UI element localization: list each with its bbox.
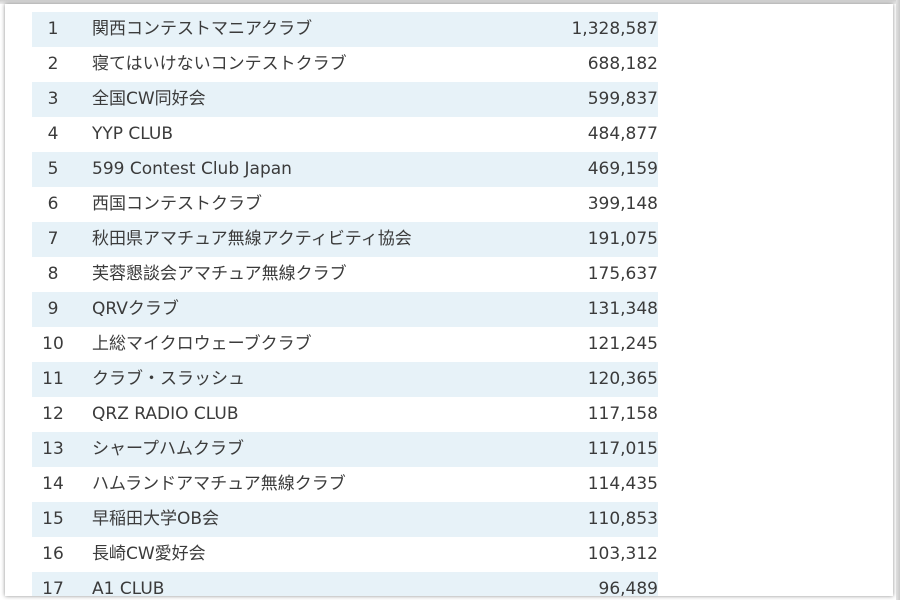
rank-cell: 13 <box>42 439 64 459</box>
rank-cell: 9 <box>47 299 59 319</box>
table-row: 2 寝てはいけないコンテストクラブ 688,182 <box>32 47 658 82</box>
score-cell: 110,853 <box>587 509 658 529</box>
score-cell: 103,312 <box>587 544 658 564</box>
rank-cell: 12 <box>42 404 64 424</box>
table-row: 11 クラブ・スラッシュ 120,365 <box>32 362 658 397</box>
club-name-cell: QRVクラブ <box>92 299 179 319</box>
score-cell: 117,158 <box>587 404 658 424</box>
rank-cell: 3 <box>47 89 59 109</box>
rank-cell: 7 <box>47 229 59 249</box>
window-right-edge <box>896 0 900 600</box>
table-row: 6 西国コンテストクラブ 399,148 <box>32 187 658 222</box>
score-cell: 1,328,587 <box>571 19 658 39</box>
table-row: 3 全国CW同好会 599,837 <box>32 82 658 117</box>
table-row: 13 シャープハムクラブ 117,015 <box>32 432 658 467</box>
club-name-cell: 長崎CW愛好会 <box>92 544 206 564</box>
score-cell: 399,148 <box>587 194 658 214</box>
club-name-cell: 秋田県アマチュア無線アクティビティ協会 <box>92 229 412 249</box>
score-cell: 114,435 <box>587 474 658 494</box>
score-cell: 96,489 <box>598 579 658 596</box>
table-row: 15 早稲田大学OB会 110,853 <box>32 502 658 537</box>
club-name-cell: 599 Contest Club Japan <box>92 159 292 179</box>
club-name-cell: 西国コンテストクラブ <box>92 194 262 214</box>
table-row: 12 QRZ RADIO CLUB 117,158 <box>32 397 658 432</box>
rank-cell: 4 <box>47 124 59 144</box>
rank-cell: 15 <box>42 509 64 529</box>
table-row: 10 上総マイクロウェーブクラブ 121,245 <box>32 327 658 362</box>
score-cell: 469,159 <box>587 159 658 179</box>
club-name-cell: 早稲田大学OB会 <box>92 509 220 529</box>
score-cell: 117,015 <box>587 439 658 459</box>
score-cell: 599,837 <box>587 89 658 109</box>
table-row: 4 YYP CLUB 484,877 <box>32 117 658 152</box>
rank-cell: 17 <box>42 579 64 596</box>
club-name-cell: YYP CLUB <box>92 124 174 144</box>
table-row: 17 A1 CLUB 96,489 <box>32 572 658 596</box>
score-cell: 121,245 <box>587 334 658 354</box>
score-cell: 131,348 <box>587 299 658 319</box>
club-name-cell: 全国CW同好会 <box>92 89 206 109</box>
club-name-cell: ハムランドアマチュア無線クラブ <box>92 474 346 494</box>
rank-cell: 1 <box>47 19 59 39</box>
score-cell: 484,877 <box>587 124 658 144</box>
club-name-cell: シャープハムクラブ <box>92 439 244 459</box>
rank-cell: 11 <box>42 369 64 389</box>
score-cell: 191,075 <box>587 229 658 249</box>
rank-cell: 5 <box>47 159 59 179</box>
club-name-cell: 上総マイクロウェーブクラブ <box>92 334 312 354</box>
table-row: 7 秋田県アマチュア無線アクティビティ協会 191,075 <box>32 222 658 257</box>
table-row: 5 599 Contest Club Japan 469,159 <box>32 152 658 187</box>
rank-cell: 2 <box>47 54 59 74</box>
table-row: 14 ハムランドアマチュア無線クラブ 114,435 <box>32 467 658 502</box>
score-cell: 120,365 <box>587 369 658 389</box>
club-name-cell: クラブ・スラッシュ <box>92 369 245 389</box>
club-name-cell: 関西コンテストマニアクラブ <box>92 19 313 39</box>
rank-cell: 14 <box>42 474 64 494</box>
rank-cell: 16 <box>42 544 64 564</box>
table-row: 9 QRVクラブ 131,348 <box>32 292 658 327</box>
club-name-cell: A1 CLUB <box>92 579 165 596</box>
content-panel: 1 関西コンテストマニアクラブ 1,328,587 2 寝てはいけないコンテスト… <box>5 4 893 596</box>
club-name-cell: 寝てはいけないコンテストクラブ <box>92 54 347 74</box>
score-cell: 688,182 <box>587 54 658 74</box>
club-name-cell: QRZ RADIO CLUB <box>92 404 239 424</box>
score-cell: 175,637 <box>587 264 658 284</box>
table-row: 16 長崎CW愛好会 103,312 <box>32 537 658 572</box>
rank-cell: 8 <box>47 264 59 284</box>
rank-cell: 10 <box>42 334 64 354</box>
table-row: 8 芙蓉懇談会アマチュア無線クラブ 175,637 <box>32 257 658 292</box>
ranking-table: 1 関西コンテストマニアクラブ 1,328,587 2 寝てはいけないコンテスト… <box>32 12 658 596</box>
table-row: 1 関西コンテストマニアクラブ 1,328,587 <box>32 12 658 47</box>
rank-cell: 6 <box>47 194 59 214</box>
club-name-cell: 芙蓉懇談会アマチュア無線クラブ <box>92 264 347 284</box>
